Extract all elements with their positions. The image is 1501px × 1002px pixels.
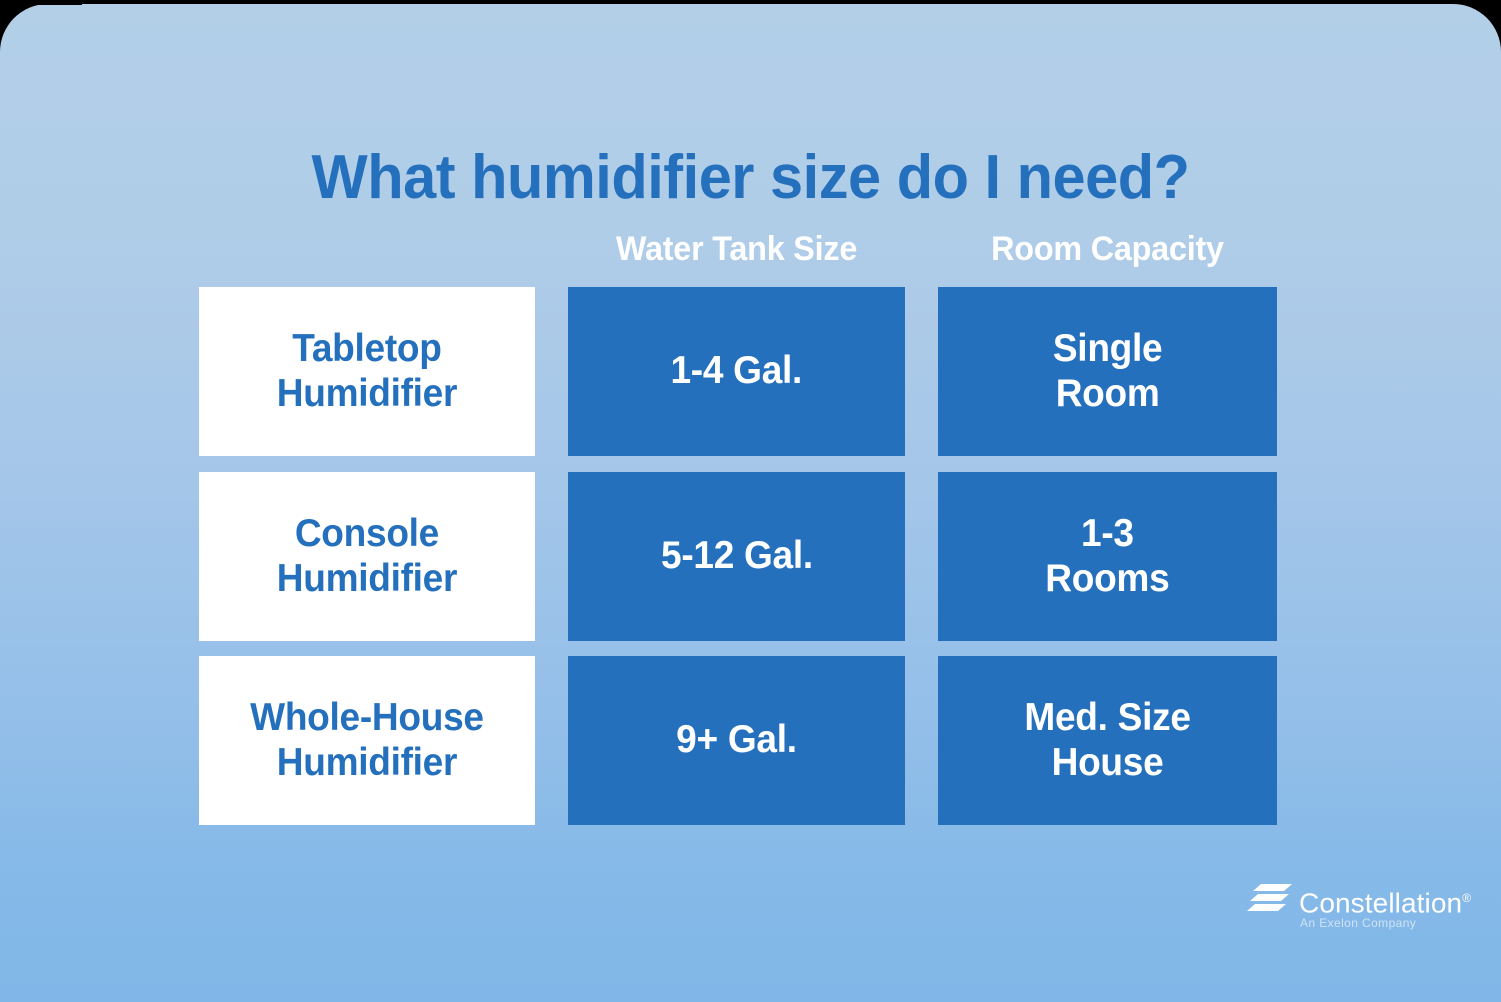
cell-humidifier-type: Console Humidifier (199, 472, 535, 641)
table-row: Whole-House Humidifier 9+ Gal. Med. Size… (199, 656, 1277, 825)
cell-text: 9+ Gal. (676, 718, 797, 762)
cell-text: Med. Size House (1024, 696, 1191, 784)
cell-text: Tabletop Humidifier (276, 327, 458, 415)
logo-tagline: An Exelon Company (1300, 916, 1417, 930)
cell-text: Single Room (1052, 327, 1163, 415)
infographic-card: What humidifier size do I need? Water Ta… (0, 4, 1501, 1002)
cell-text: Whole-House Humidifier (250, 696, 484, 784)
cell-text: 1-3 Rooms (1045, 512, 1170, 600)
page-title: What humidifier size do I need? (311, 142, 1190, 212)
constellation-chevron-bars-icon (1247, 884, 1292, 911)
cell-text: Console Humidifier (276, 512, 458, 600)
cell-room-capacity: Single Room (938, 287, 1277, 456)
column-header-water-tank-size: Water Tank Size (615, 230, 858, 268)
cell-water-tank-size: 5-12 Gal. (568, 472, 905, 641)
infographic-canvas: What humidifier size do I need? Water Ta… (0, 0, 1501, 1002)
table-row: Tabletop Humidifier 1-4 Gal. Single Room (199, 287, 1277, 456)
top-left-black-notch (0, 0, 82, 5)
cell-room-capacity: 1-3 Rooms (938, 472, 1277, 641)
table-row: Console Humidifier 5-12 Gal. 1-3 Rooms (199, 472, 1277, 641)
logo-wordmark-text: Constellation (1299, 887, 1463, 919)
logo-wordmark: Constellation® (1299, 882, 1471, 919)
cell-humidifier-type: Tabletop Humidifier (199, 287, 535, 456)
cell-water-tank-size: 1-4 Gal. (568, 287, 905, 456)
cell-humidifier-type: Whole-House Humidifier (199, 656, 535, 825)
registered-trademark-symbol: ® (1462, 891, 1472, 905)
comparison-grid: Tabletop Humidifier 1-4 Gal. Single Room… (199, 287, 1277, 825)
cell-text: 5-12 Gal. (660, 534, 813, 578)
cell-room-capacity: Med. Size House (938, 656, 1277, 825)
constellation-logo: Constellation® An Exelon Company (1247, 880, 1471, 934)
cell-text: 1-4 Gal. (670, 349, 803, 393)
column-header-room-capacity: Room Capacity (991, 230, 1224, 268)
cell-water-tank-size: 9+ Gal. (568, 656, 905, 825)
